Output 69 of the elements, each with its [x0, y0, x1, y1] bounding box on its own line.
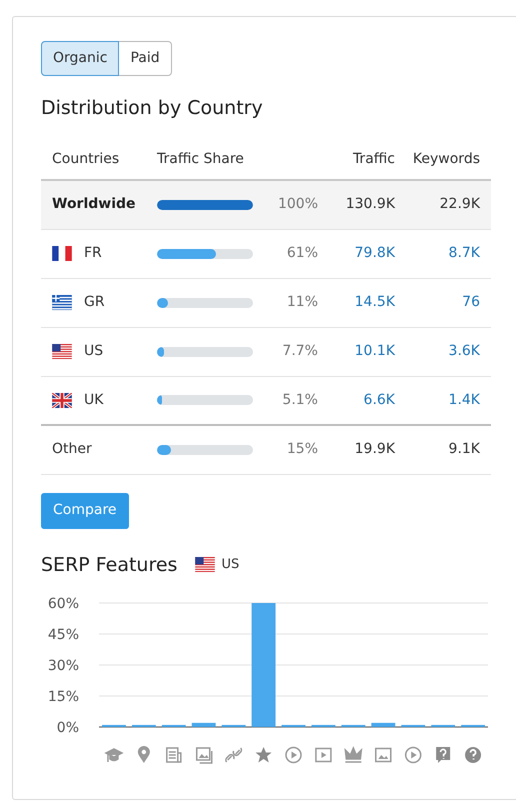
- country-label: FR: [84, 244, 102, 263]
- section-title: Distribution by Country: [41, 96, 264, 121]
- traffic-link[interactable]: 79.8K: [318, 243, 395, 264]
- bar: [222, 724, 246, 727]
- image-icon: [196, 747, 212, 764]
- column-header: Countries: [52, 150, 120, 169]
- keywords-link[interactable]: 76: [395, 292, 480, 313]
- image-icon: [375, 748, 392, 762]
- flag-icon: [52, 392, 72, 408]
- share-percent: 7.7%: [281, 342, 318, 361]
- column-header: Traffic Share: [157, 150, 245, 169]
- share-percent: 61%: [286, 244, 318, 263]
- share-percent: 11%: [286, 293, 318, 312]
- star-icon: [256, 747, 272, 762]
- share-percent: 100%: [276, 195, 318, 214]
- keywords-value: 9.1K: [448, 440, 480, 459]
- bar: [132, 724, 156, 727]
- section-title: SERP Features: [41, 552, 178, 578]
- flag-icon: [52, 295, 72, 310]
- axis-tick-label: 30%: [48, 658, 79, 674]
- bar: [341, 724, 366, 727]
- compare-button[interactable]: Compare: [41, 492, 129, 528]
- keywords-link[interactable]: 3.6K: [395, 341, 480, 362]
- column-header: Traffic: [352, 150, 395, 169]
- column-header: Keywords: [412, 150, 480, 169]
- country-label: US: [84, 342, 104, 361]
- traffic-link[interactable]: 6.6K: [318, 390, 395, 410]
- play-circle-icon: [404, 746, 422, 764]
- keywords-value: 22.9K: [438, 195, 480, 214]
- bar: [102, 724, 126, 727]
- link-icon: [225, 747, 242, 763]
- play-circle-icon: [285, 746, 302, 764]
- news-icon: [166, 747, 182, 763]
- bar: [371, 722, 396, 727]
- country-label: Other: [52, 440, 92, 459]
- flag-icon: [52, 344, 72, 359]
- traffic-link[interactable]: 14.5K: [318, 292, 395, 313]
- bar: [282, 724, 306, 727]
- country-label: GR: [84, 293, 105, 312]
- traffic-value: 130.9K: [344, 195, 395, 214]
- country-label: Worldwide: [52, 195, 136, 214]
- bar: [401, 724, 426, 727]
- question-bubble-icon: [436, 747, 450, 763]
- axis-tick-label: 45%: [48, 627, 79, 643]
- question-circle-icon: [465, 747, 482, 763]
- tab[interactable]: Organic: [41, 41, 120, 76]
- tab[interactable]: Paid: [118, 41, 172, 76]
- share-percent: 5.1%: [281, 390, 318, 410]
- bar: [431, 724, 456, 727]
- axis-tick-label: 0%: [56, 720, 79, 736]
- traffic-link[interactable]: 10.1K: [318, 341, 395, 362]
- flag-icon: [52, 246, 72, 261]
- country-label: UK: [84, 390, 104, 410]
- location-pin-icon: [138, 746, 150, 763]
- traffic-value: 19.9K: [354, 440, 395, 459]
- keywords-link[interactable]: 8.7K: [395, 243, 480, 264]
- share-percent: 15%: [286, 440, 318, 459]
- axis-tick-label: 60%: [48, 596, 79, 612]
- crown-icon: [344, 746, 362, 763]
- bar: [162, 724, 186, 727]
- axis-tick-label: 15%: [48, 689, 79, 705]
- bar: [461, 724, 485, 727]
- flag-icon: [195, 557, 216, 572]
- bar: [311, 724, 336, 727]
- graduation-cap-icon: [105, 748, 123, 763]
- country-label: US: [221, 556, 240, 574]
- bar: [192, 722, 216, 727]
- video-icon: [315, 748, 332, 762]
- keywords-link[interactable]: 1.4K: [395, 390, 480, 410]
